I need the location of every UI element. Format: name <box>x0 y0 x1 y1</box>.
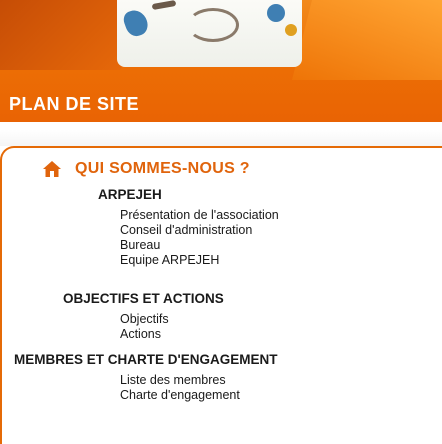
page-title: PLAN DE SITE <box>9 94 140 114</box>
link-objectifs[interactable]: Objectifs <box>120 312 169 327</box>
banner-graphic-left <box>0 0 135 70</box>
section-title[interactable]: QUI SOMMES-NOUS ? <box>75 160 250 178</box>
link-bureau[interactable]: Bureau <box>120 238 279 253</box>
link-actions[interactable]: Actions <box>120 327 169 342</box>
group-items-arpejeh: Présentation de l'association Conseil d'… <box>120 208 279 268</box>
link-conseil-administration[interactable]: Conseil d'administration <box>120 223 279 238</box>
group-items-membres-charte: Liste des membres Charte d'engagement <box>120 373 240 403</box>
section-header: QUI SOMMES-NOUS ? <box>43 160 250 178</box>
group-title-membres-charte[interactable]: MEMBRES ET CHARTE D'ENGAGEMENT <box>14 352 277 367</box>
link-presentation[interactable]: Présentation de l'association <box>120 208 279 223</box>
link-equipe[interactable]: Equipe ARPEJEH <box>120 253 279 268</box>
header-banner: PLAN DE SITE <box>0 0 442 122</box>
link-liste-membres[interactable]: Liste des membres <box>120 373 240 388</box>
home-icon <box>43 161 61 177</box>
group-title-arpejeh[interactable]: ARPEJEH <box>98 187 162 202</box>
link-charte-engagement[interactable]: Charte d'engagement <box>120 388 240 403</box>
group-title-objectifs-actions[interactable]: OBJECTIFS ET ACTIONS <box>63 291 224 306</box>
panel-shadow <box>0 130 442 146</box>
group-items-objectifs-actions: Objectifs Actions <box>120 312 169 342</box>
banner-graphic-right <box>292 0 442 80</box>
banner-photo <box>117 0 302 67</box>
